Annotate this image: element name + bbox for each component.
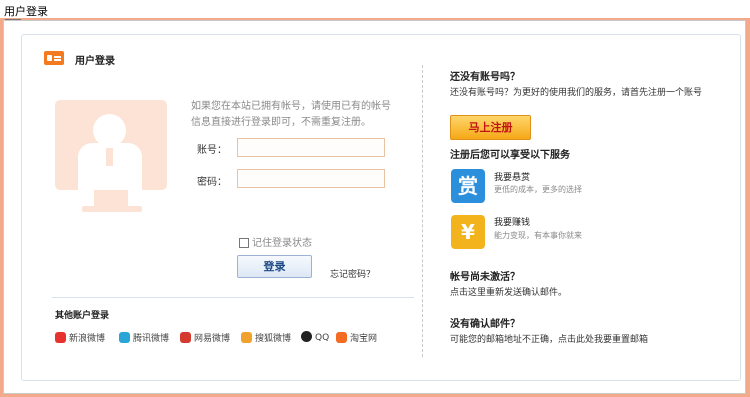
login-intro: 如果您在本站已拥有帐号，请使用已有的帐号信息直接进行登录即可，不需重复注册。: [191, 101, 391, 128]
user-card-icon: [44, 51, 64, 65]
divider: [52, 297, 414, 298]
login-taobao[interactable]: 淘宝网: [336, 331, 377, 344]
remember-label: 记住登录状态: [252, 238, 312, 249]
forgot-password-link[interactable]: 忘记密码？: [330, 267, 375, 280]
password-input[interactable]: [237, 169, 385, 188]
panel-title: 用户登录: [75, 56, 115, 67]
service-earn-desc: 能力变现，有本事你就来: [494, 231, 582, 240]
other-login-title: 其他账户登录: [55, 311, 110, 321]
no-email-heading: 没有确认邮件？: [450, 319, 520, 330]
service-reward-name[interactable]: 我要悬赏: [494, 170, 530, 183]
resend-confirm-link[interactable]: 点击这里重新发送确认邮件。: [450, 285, 567, 298]
activate-heading: 帐号尚未激活？: [450, 272, 520, 283]
login-button[interactable]: 登录: [237, 255, 312, 278]
remember-checkbox[interactable]: [239, 238, 249, 248]
login-qq[interactable]: QQ: [301, 331, 329, 343]
qq-penguin-icon: [301, 331, 312, 342]
netease-weibo-icon: [180, 332, 191, 343]
account-input[interactable]: [237, 138, 385, 157]
reset-email-link[interactable]: 可能您的邮箱地址不正确，点击此处我要重置邮箱: [450, 332, 648, 345]
reward-icon: 赏: [451, 169, 485, 203]
sina-weibo-icon: [55, 332, 66, 343]
vertical-divider: [422, 65, 423, 357]
service-reward-desc: 更低的成本，更多的选择: [494, 185, 582, 194]
tencent-weibo-icon: [119, 332, 130, 343]
account-label: 账号：: [197, 145, 227, 156]
service-earn-name[interactable]: 我要赚钱: [494, 215, 530, 228]
login-sina-weibo[interactable]: 新浪微博: [55, 331, 105, 344]
services-heading: 注册后您可以享受以下服务: [450, 150, 570, 161]
register-heading: 还没有账号吗？: [450, 72, 520, 83]
sohu-weibo-icon: [241, 332, 252, 343]
taobao-icon: [336, 332, 347, 343]
login-tencent-weibo[interactable]: 腾讯微博: [119, 331, 169, 344]
login-netease-weibo[interactable]: 网易微博: [180, 331, 230, 344]
remember-login[interactable]: 记住登录状态: [239, 234, 312, 249]
register-button[interactable]: 马上注册: [450, 115, 531, 140]
window-title: 用户登录: [4, 5, 48, 18]
window-titlebar: 用户登录: [0, 0, 750, 18]
login-dialog: 用户登录 如果您在本站已拥有帐号，请使用已有的帐号信息直接进行登录即可，不需重复…: [3, 20, 746, 394]
user-avatar-illustration: [55, 100, 167, 190]
register-text: 还没有账号吗？为更好的使用我们的服务，请首先注册一个账号: [450, 88, 703, 98]
password-label: 密码：: [197, 177, 227, 188]
login-sohu-weibo[interactable]: 搜狐微博: [241, 331, 291, 344]
login-panel: 用户登录 如果您在本站已拥有帐号，请使用已有的帐号信息直接进行登录即可，不需重复…: [21, 34, 741, 381]
yen-icon: ¥: [451, 215, 485, 249]
